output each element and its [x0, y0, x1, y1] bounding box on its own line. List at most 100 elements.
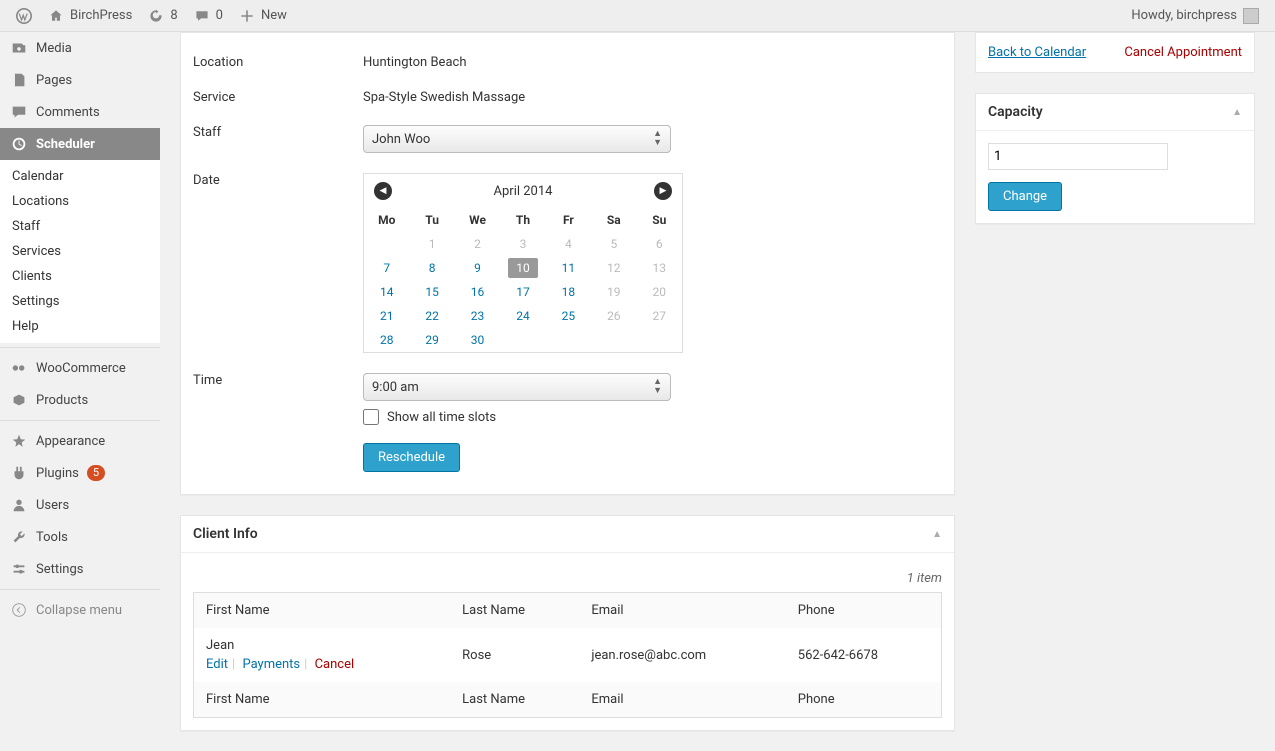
cal-day[interactable]: 24: [500, 304, 545, 328]
cal-day-header: Tu: [409, 208, 454, 232]
submenu-locations[interactable]: Locations: [0, 189, 160, 214]
date-label: Date: [193, 173, 363, 353]
cancel-link[interactable]: Cancel: [315, 657, 355, 672]
show-all-slots-label: Show all time slots: [387, 410, 496, 425]
cal-day: 6: [637, 232, 682, 256]
menu-woocommerce[interactable]: WooCommerce: [0, 347, 160, 384]
reschedule-button[interactable]: Reschedule: [363, 443, 460, 472]
client-row: Jean Edit| Payments| Cancel Rose jean.ro…: [194, 628, 942, 682]
menu-pages[interactable]: Pages: [0, 64, 160, 96]
cal-title: April 2014: [494, 184, 553, 199]
menu-collapse[interactable]: Collapse menu: [0, 589, 160, 626]
cal-day: [546, 328, 591, 352]
cal-day[interactable]: 14: [364, 280, 409, 304]
edit-link[interactable]: Edit: [206, 657, 228, 672]
cal-day[interactable]: 7: [364, 256, 409, 280]
cal-day[interactable]: 10: [500, 256, 545, 280]
submenu-help[interactable]: Help: [0, 314, 160, 339]
col-email: Email: [579, 593, 785, 629]
cal-next-button[interactable]: ▶: [654, 182, 672, 200]
cal-day[interactable]: 17: [500, 280, 545, 304]
menu-scheduler[interactable]: Scheduler: [0, 128, 160, 160]
col-first: First Name: [194, 593, 451, 629]
cal-day: 1: [409, 232, 454, 256]
cal-day-header: Fr: [546, 208, 591, 232]
site-name: BirchPress: [70, 8, 132, 23]
cal-day-header: Sa: [591, 208, 636, 232]
cal-day[interactable]: 29: [409, 328, 454, 352]
service-value: Spa-Style Swedish Massage: [363, 90, 942, 105]
wp-logo[interactable]: [8, 0, 40, 32]
client-info-title: Client Info: [193, 526, 258, 542]
cal-day[interactable]: 25: [546, 304, 591, 328]
change-button[interactable]: Change: [988, 182, 1062, 211]
cal-day: 13: [637, 256, 682, 280]
submenu-clients[interactable]: Clients: [0, 264, 160, 289]
time-select[interactable]: 9:00 am▲▼: [363, 373, 671, 401]
updates[interactable]: 8: [140, 0, 185, 32]
new-content[interactable]: New: [231, 0, 295, 32]
menu-comments[interactable]: Comments: [0, 96, 160, 128]
menu-plugins[interactable]: Plugins5: [0, 457, 160, 489]
cal-day: [364, 232, 409, 256]
cal-day-header: Th: [500, 208, 545, 232]
cal-day[interactable]: 23: [455, 304, 500, 328]
cal-day[interactable]: 9: [455, 256, 500, 280]
site-home[interactable]: BirchPress: [40, 0, 140, 32]
cal-day[interactable]: 28: [364, 328, 409, 352]
cal-day: [591, 328, 636, 352]
location-value: Huntington Beach: [363, 55, 942, 70]
howdy-text: Howdy, birchpress: [1131, 8, 1237, 23]
cal-day[interactable]: 22: [409, 304, 454, 328]
cal-day: [500, 328, 545, 352]
cal-day[interactable]: 16: [455, 280, 500, 304]
staff-select[interactable]: John Woo▲▼: [363, 125, 671, 153]
cal-day: 27: [637, 304, 682, 328]
select-arrows-icon: ▲▼: [653, 130, 662, 148]
updates-count: 8: [170, 8, 177, 23]
submenu-staff[interactable]: Staff: [0, 214, 160, 239]
collapse-toggle-icon[interactable]: ▲: [1232, 107, 1242, 118]
menu-tools[interactable]: Tools: [0, 521, 160, 553]
account-greeting[interactable]: Howdy, birchpress: [1123, 0, 1267, 32]
cal-day: 3: [500, 232, 545, 256]
cell-email: jean.rose@abc.com: [579, 628, 785, 682]
cal-day[interactable]: 8: [409, 256, 454, 280]
cal-day: 12: [591, 256, 636, 280]
menu-settings[interactable]: Settings: [0, 553, 160, 585]
cal-day[interactable]: 11: [546, 256, 591, 280]
menu-users[interactable]: Users: [0, 489, 160, 521]
cal-day[interactable]: 15: [409, 280, 454, 304]
cal-prev-button[interactable]: ◀: [374, 182, 392, 200]
cal-day: 26: [591, 304, 636, 328]
comments-bubble[interactable]: 0: [186, 0, 231, 32]
payments-link[interactable]: Payments: [242, 657, 300, 672]
submenu-calendar[interactable]: Calendar: [0, 164, 160, 189]
menu-products[interactable]: Products: [0, 384, 160, 416]
select-arrows-icon: ▲▼: [653, 378, 662, 396]
cell-phone: 562-642-6678: [786, 628, 942, 682]
show-all-slots-checkbox[interactable]: [363, 409, 379, 425]
cal-day[interactable]: 18: [546, 280, 591, 304]
submenu-services[interactable]: Services: [0, 239, 160, 264]
location-label: Location: [193, 55, 363, 70]
col-last: Last Name: [450, 593, 579, 629]
cal-day[interactable]: 30: [455, 328, 500, 352]
avatar: [1243, 8, 1259, 24]
collapse-toggle-icon[interactable]: ▲: [932, 529, 942, 540]
cal-day[interactable]: 21: [364, 304, 409, 328]
service-label: Service: [193, 90, 363, 105]
new-label: New: [261, 8, 287, 23]
cal-day: 19: [591, 280, 636, 304]
cal-day: [637, 328, 682, 352]
cal-day: 20: [637, 280, 682, 304]
capacity-input[interactable]: [988, 143, 1168, 170]
plugins-badge: 5: [87, 465, 105, 481]
cancel-appointment-link[interactable]: Cancel Appointment: [1124, 45, 1242, 60]
cal-day: 2: [455, 232, 500, 256]
back-to-calendar-link[interactable]: Back to Calendar: [988, 45, 1086, 60]
cal-day: 4: [546, 232, 591, 256]
submenu-settings[interactable]: Settings: [0, 289, 160, 314]
menu-media[interactable]: Media: [0, 32, 160, 64]
menu-appearance[interactable]: Appearance: [0, 420, 160, 457]
